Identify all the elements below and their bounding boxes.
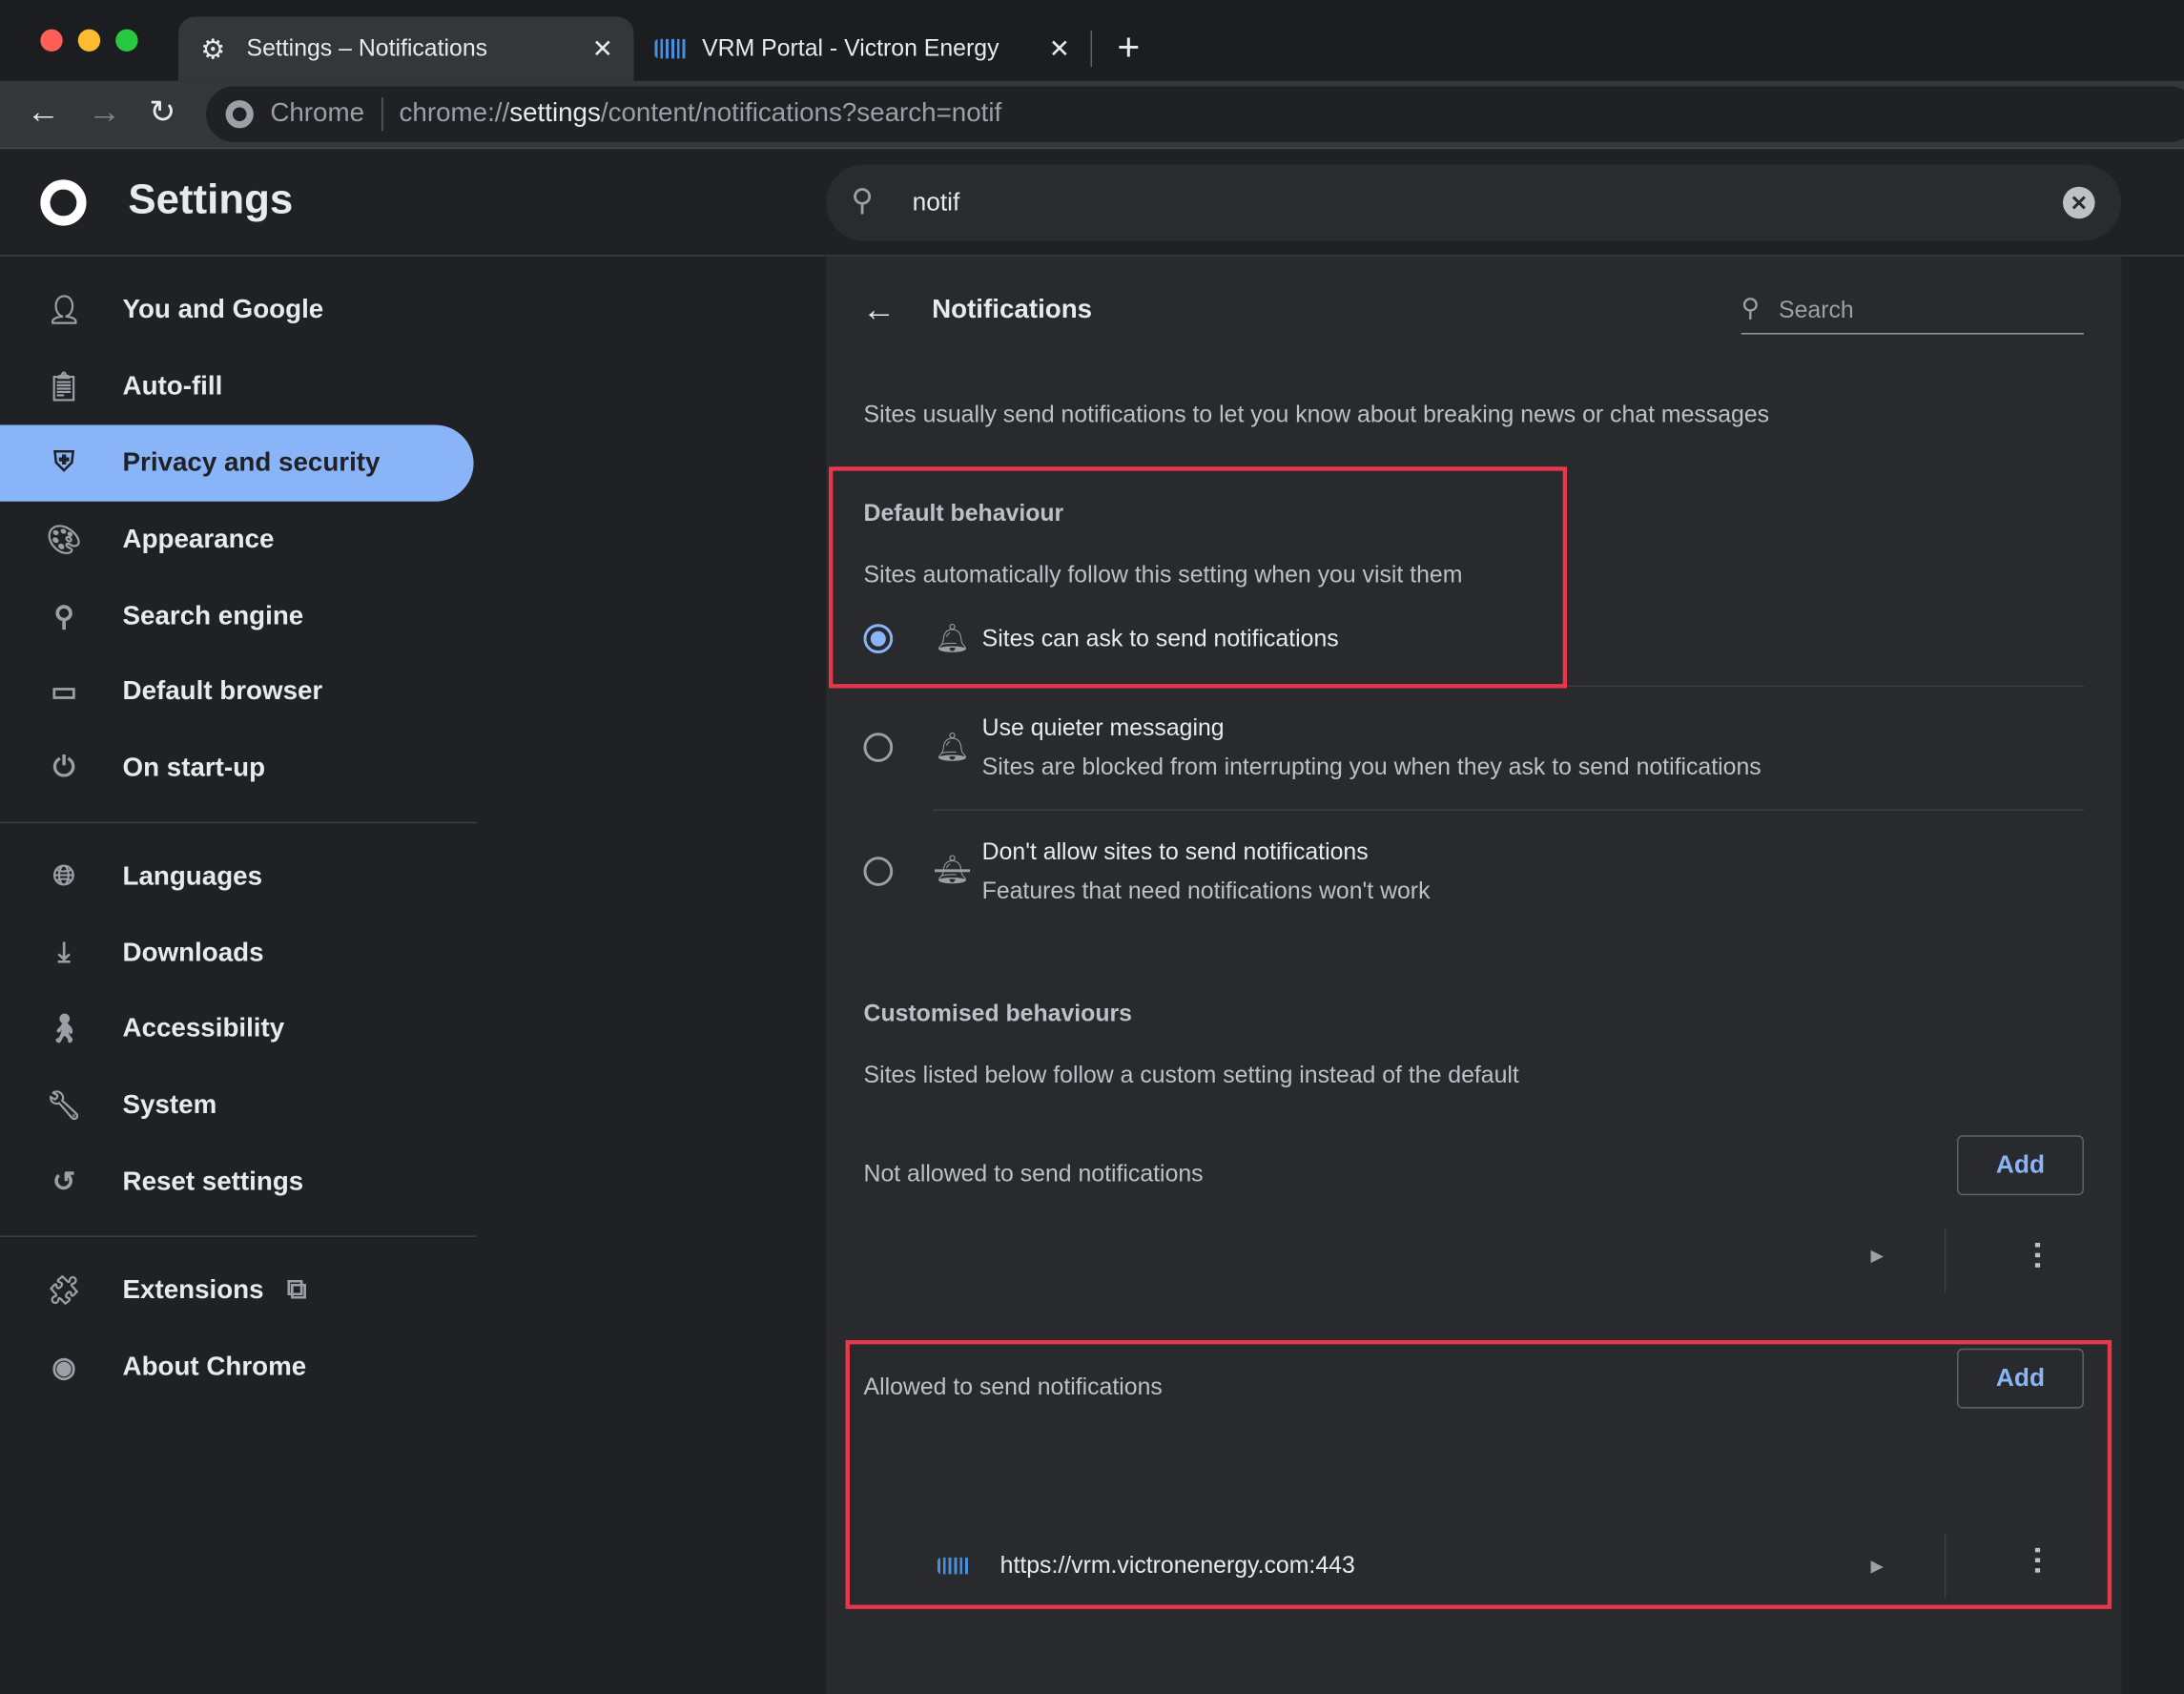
wrench-icon: 🔧︎ — [46, 1090, 82, 1122]
tab-settings-notifications[interactable]: ⚙ Settings – Notifications ✕ — [177, 16, 634, 81]
sidebar-item-extensions[interactable]: 🧩︎ Extensions ⧉ — [0, 1252, 474, 1329]
sidebar-item-search-engine[interactable]: ⚲ Search engine — [0, 578, 474, 654]
sidebar-item-auto-fill[interactable]: 📋︎ Auto-fill — [0, 348, 474, 424]
close-window-button[interactable] — [40, 29, 63, 52]
clear-search-button[interactable]: ✕ — [2063, 186, 2095, 219]
new-tab-button[interactable]: + — [1117, 25, 1140, 70]
highlight-box-default — [828, 466, 1568, 689]
forward-button[interactable]: → — [88, 93, 121, 133]
chrome-icon — [225, 100, 254, 129]
omnibox[interactable]: Chrome chrome://settings/content/notific… — [206, 86, 2184, 142]
more-actions-icon[interactable]: ⋯ — [2021, 1240, 2056, 1270]
sidebar-item-system[interactable]: 🔧︎ System — [0, 1067, 474, 1144]
sidebar-item-accessibility[interactable]: 🚶︎ Accessibility — [0, 990, 474, 1066]
chrome-logo-icon — [40, 179, 87, 226]
tab-vrm-portal[interactable]: VRM Portal - Victron Energy ✕ — [641, 17, 1086, 81]
sidebar-item-downloads[interactable]: ⤓ Downloads — [0, 916, 474, 992]
omnibox-divider — [381, 97, 383, 132]
bell-icon: 🔔︎ — [934, 733, 971, 764]
add-blocked-site-button[interactable]: Add — [1957, 1135, 2084, 1196]
site-search-input[interactable]: ⚲ Search — [1741, 287, 2084, 335]
search-icon: ⚲ — [1741, 294, 1760, 322]
clipboard-icon: 📋︎ — [46, 371, 82, 403]
history-icon: ↺ — [52, 1167, 76, 1199]
sidebar-divider — [0, 821, 477, 824]
close-tab-icon[interactable]: ✕ — [1049, 34, 1070, 64]
notifications-card: ← Notifications ⚲ Search Sites usually s… — [826, 256, 2122, 1694]
section-title: Notifications — [932, 295, 1093, 325]
expand-arrow-icon[interactable]: ▶ — [1870, 1246, 1883, 1265]
external-link-icon: ⧉ — [286, 1274, 307, 1306]
zoom-window-button[interactable] — [115, 29, 138, 52]
download-icon: ⤓ — [57, 937, 71, 969]
page-title: Settings — [128, 176, 294, 223]
settings-search-input[interactable]: ⚲ notif ✕ — [826, 164, 2122, 241]
browser-icon: ▭ — [51, 676, 77, 708]
sidebar-item-default-browser[interactable]: ▭ Default browser — [0, 653, 474, 730]
sidebar-item-privacy-and-security[interactable]: ⛨ Privacy and security — [0, 424, 474, 502]
gear-icon: ⚙ — [200, 33, 226, 65]
sidebar-item-languages[interactable]: 🌐︎ Languages — [0, 838, 474, 915]
person-icon: 👤︎ — [46, 295, 82, 326]
power-icon: ⏻ — [52, 752, 75, 783]
tab-divider — [1090, 31, 1093, 68]
sidebar-item-about-chrome[interactable]: ◉ About Chrome — [0, 1329, 474, 1405]
minimize-window-button[interactable] — [77, 29, 101, 52]
shield-icon: ⛨ — [53, 446, 75, 478]
puzzle-icon: 🧩︎ — [46, 1275, 82, 1307]
close-tab-icon[interactable]: ✕ — [592, 34, 613, 64]
victron-logo-icon — [654, 38, 689, 59]
sidebar-divider — [0, 1235, 477, 1237]
globe-icon: 🌐︎ — [52, 860, 75, 892]
reload-button[interactable]: ↻ — [149, 93, 175, 131]
tab-strip: ⚙ Settings – Notifications ✕ VRM Portal … — [0, 0, 2184, 81]
search-icon: ⚲ — [53, 601, 74, 633]
sidebar-item-you-and-google[interactable]: 👤︎ You and Google — [0, 272, 474, 348]
sidebar-item-on-start-up[interactable]: ⏻ On start-up — [0, 730, 474, 806]
back-button[interactable]: ← — [27, 93, 60, 133]
sidebar-item-reset-settings[interactable]: ↺ Reset settings — [0, 1144, 474, 1220]
highlight-box-allowed — [845, 1340, 2112, 1609]
radio-quieter-messaging[interactable] — [863, 733, 894, 762]
palette-icon: 🎨︎ — [46, 525, 82, 556]
bell-off-icon: 🔔︎ — [934, 855, 971, 886]
accessibility-icon: 🚶︎ — [46, 1014, 82, 1045]
sidebar-item-appearance[interactable]: 🎨︎ Appearance — [0, 502, 474, 578]
radio-dont-allow[interactable] — [863, 857, 894, 886]
back-arrow-button[interactable]: ← — [862, 291, 896, 330]
search-icon: ⚲ — [851, 182, 874, 217]
chrome-icon: ◉ — [52, 1353, 76, 1384]
